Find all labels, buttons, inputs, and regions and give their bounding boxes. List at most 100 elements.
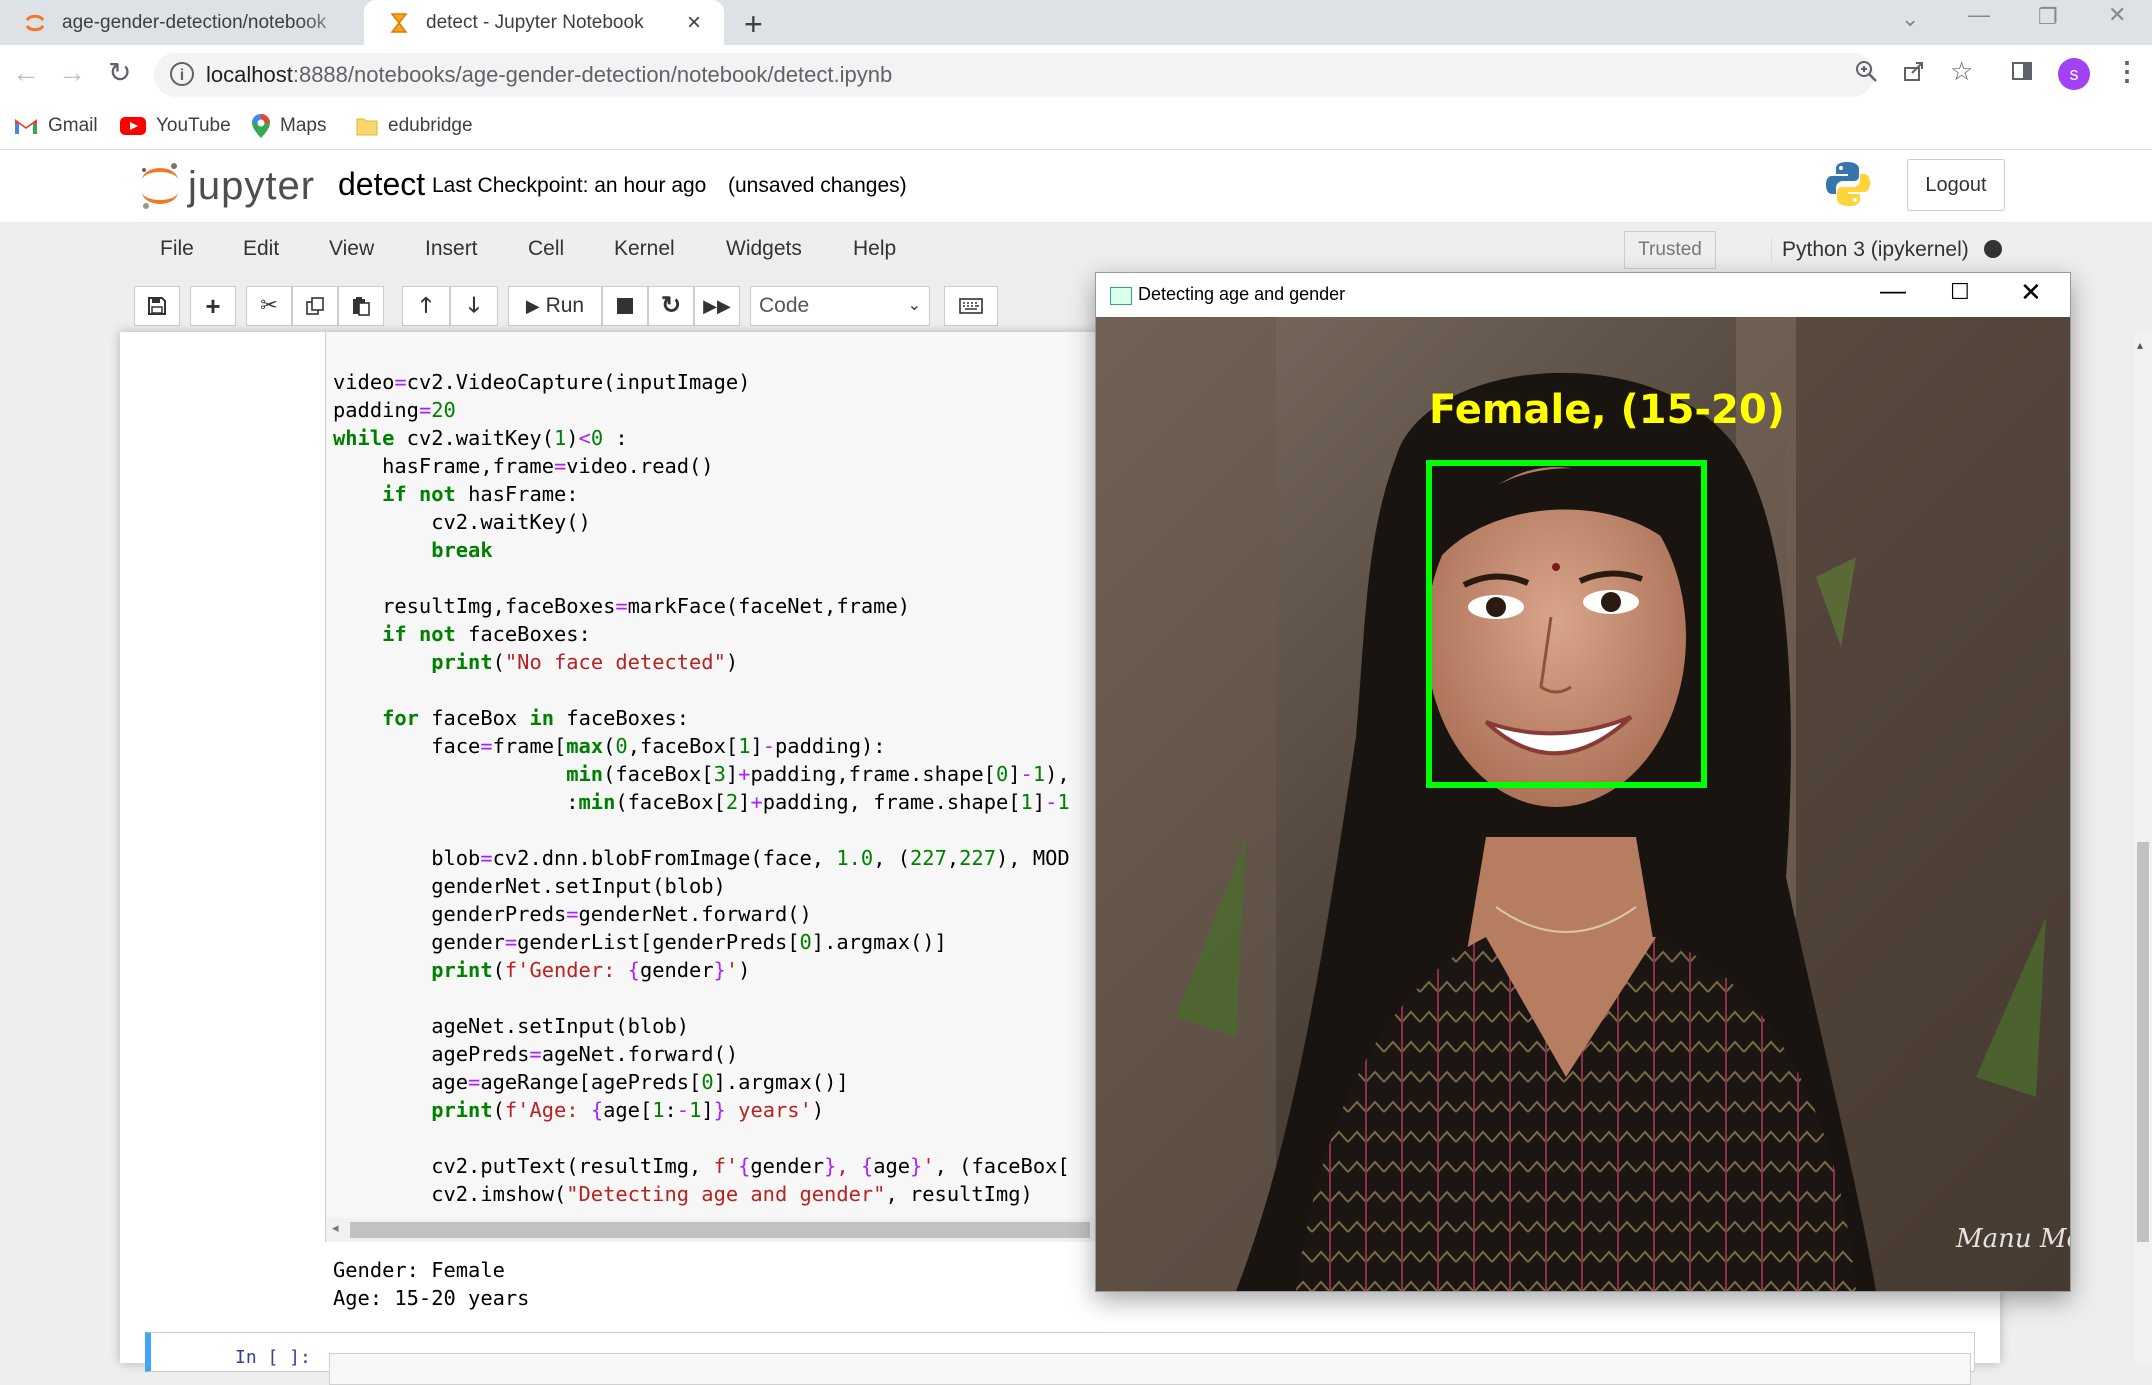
window-titlebar[interactable]: Detecting age and gender — ☐ ✕ [1096,273,2070,317]
close-icon[interactable]: ✕ [2020,277,2042,308]
paste-button[interactable] [338,286,384,326]
cut-button[interactable]: ✂ [246,286,292,326]
insert-cell-button[interactable]: + [190,286,236,326]
hourglass-icon [390,12,408,33]
tab-title: age-gender-detection/notebook [62,11,327,33]
reload-icon[interactable]: ↻ [108,56,131,89]
minimize-icon[interactable]: — [1968,2,1990,38]
run-button[interactable]: ▶ Run [508,286,602,326]
tab-title: detect - Jupyter Notebook [426,11,644,33]
minimize-icon[interactable]: — [1880,275,1906,306]
menu-widgets[interactable]: Widgets [726,237,802,261]
folder-icon [356,118,378,136]
jupyter-favicon-icon [25,14,45,31]
move-down-button[interactable]: 🡓 [450,286,498,326]
python-logo-icon [1824,160,1872,213]
command-palette-button[interactable] [944,286,998,326]
restore-icon[interactable]: ❐ [2038,4,2058,40]
menu-view[interactable]: View [329,237,374,261]
horizontal-scrollbar[interactable]: ◂ [326,1218,1096,1242]
menu-kernel[interactable]: Kernel [614,237,675,261]
play-icon: ▶ [525,296,540,316]
bookmark-star-icon[interactable]: ☆ [1950,56,1973,87]
profile-avatar[interactable]: s [2058,58,2090,90]
cell-type-value: Code [759,294,810,317]
opencv-window[interactable]: Detecting age and gender — ☐ ✕ Female, (… [1095,272,2071,1292]
trusted-indicator[interactable]: Trusted [1624,231,1716,269]
next-cell-input[interactable] [329,1353,1971,1385]
window-app-icon [1110,287,1132,305]
checkpoint-status: Last Checkpoint: an hour ago [432,174,707,197]
jupyter-logo-icon [142,163,178,209]
browser-tab-notebook[interactable]: age-gender-detection/notebook [0,0,360,45]
input-prompt: In [ ]: [235,1347,311,1368]
maps-pin-icon [252,114,270,138]
side-panel-icon[interactable] [2010,59,2034,90]
move-up-button[interactable]: 🡑 [402,286,450,326]
cell-type-select[interactable]: Code ⌄ [750,286,930,326]
copy-button[interactable] [292,286,338,326]
menu-file[interactable]: File [160,237,194,261]
close-tab-icon[interactable]: × [680,9,708,37]
jupyter-logo[interactable]: jupyter [138,160,315,212]
stop-icon [617,298,633,315]
zoom-icon[interactable] [1854,59,1878,90]
url-text[interactable]: localhost:8888/notebooks/age-gender-dete… [206,62,892,88]
scroll-left-icon[interactable]: ◂ [332,1220,339,1236]
cell-output: Gender: Female Age: 15-20 years [333,1256,529,1312]
restart-button[interactable]: ↻ [648,286,694,326]
close-window-icon[interactable]: ✕ [2108,2,2126,38]
more-menu-icon[interactable]: ⋮ [2114,56,2140,87]
chevron-down-icon: ⌄ [907,297,921,314]
forward-icon[interactable]: → [58,57,86,89]
youtube-icon [120,117,146,135]
menubar [135,222,2003,275]
bookmark-edubridge[interactable]: edubridge [356,112,473,140]
new-tab-icon[interactable]: + [744,6,763,43]
arrow-up-icon: 🡑 [420,294,432,317]
scissors-icon: ✂ [260,294,278,317]
tab-search-icon[interactable]: ⌄ [1901,6,1919,42]
scroll-up-icon[interactable]: ▴ [2137,338,2143,352]
next-code-cell[interactable]: In [ ]: [145,1332,1975,1385]
keyboard-icon [959,298,983,315]
paste-icon [353,297,370,317]
bookmark-gmail[interactable]: Gmail [14,112,98,140]
browser-tab-detect[interactable]: detect - Jupyter Notebook × [364,0,724,45]
bookmark-label: YouTube [156,115,231,136]
bookmark-youtube[interactable]: YouTube [120,112,231,140]
bookmark-label: Gmail [48,115,98,136]
back-icon[interactable]: ← [12,57,40,89]
logout-button[interactable]: Logout [1907,159,2005,211]
detection-image: Female, (15-20) Manu Mohan [1096,317,2070,1291]
prediction-label: Female, (15-20) [1429,387,1785,433]
plus-icon: + [205,291,221,321]
url-path: :8888/notebooks/age-gender-detection/not… [292,62,893,87]
menu-edit[interactable]: Edit [243,237,279,261]
code-editor[interactable]: video=cv2.VideoCapture(inputImage) paddi… [333,368,1070,1208]
scrollbar-thumb[interactable] [350,1222,1090,1238]
notebook-name[interactable]: detect [338,166,425,203]
restart-run-all-button[interactable]: ▶▶ [694,286,740,326]
unsaved-status: (unsaved changes) [728,174,907,197]
save-icon [148,297,166,316]
kernel-busy-indicator [1984,240,2002,258]
run-label: Run [545,294,585,317]
menu-cell[interactable]: Cell [528,237,564,261]
info-icon[interactable]: i [170,62,194,86]
page-vertical-scrollbar[interactable]: ▴ [2134,332,2152,1363]
maximize-icon[interactable]: ☐ [1950,279,1970,305]
photo-watermark: Manu Mohan [1955,1224,2070,1254]
share-icon[interactable] [1902,59,1926,90]
window-title: Detecting age and gender [1138,284,1346,304]
scrollbar-thumb[interactable] [2137,842,2149,1242]
save-button[interactable] [134,286,180,326]
copy-icon [306,297,324,316]
jupyter-wordmark: jupyter [188,163,316,208]
menu-insert[interactable]: Insert [425,237,478,261]
menu-help[interactable]: Help [853,237,896,261]
portrait-photo: Female, (15-20) Manu Mohan [1096,317,2070,1291]
output-line-age: Age: 15-20 years [333,1286,530,1310]
bookmark-maps[interactable]: Maps [252,112,326,140]
interrupt-button[interactable] [602,286,648,326]
